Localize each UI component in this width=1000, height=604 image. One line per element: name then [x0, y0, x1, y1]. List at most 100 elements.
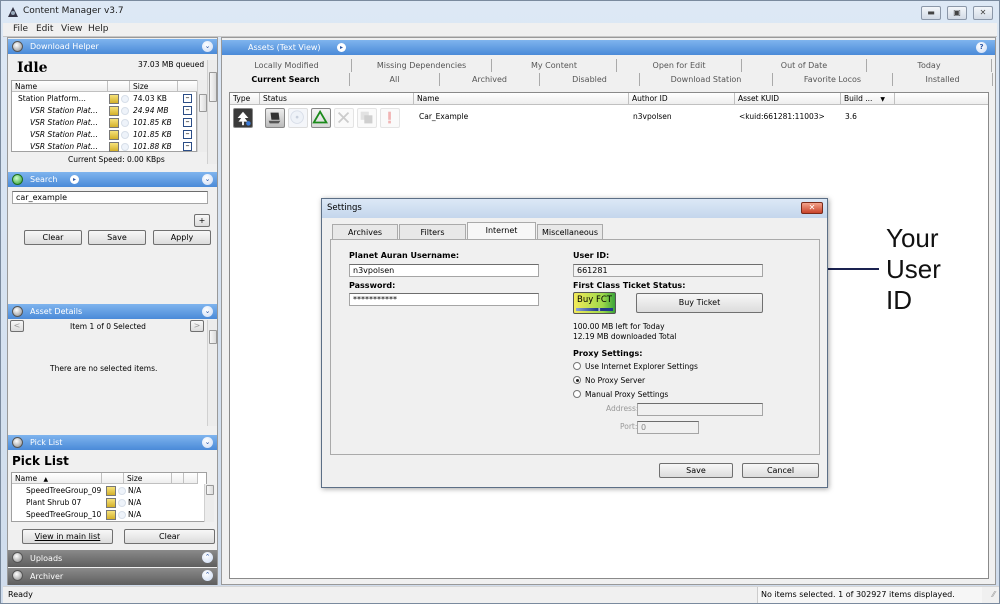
pick-list-header[interactable]: Pick List ⌄: [8, 435, 217, 450]
col-name[interactable]: Name: [414, 93, 629, 105]
collapse-toggle-icon[interactable]: [12, 306, 23, 317]
chevron-down-icon[interactable]: ⌄: [202, 306, 213, 317]
uploads-title: Uploads: [30, 554, 63, 563]
chevron-up-icon[interactable]: ⌃: [202, 570, 213, 581]
menu-edit[interactable]: Edit: [36, 24, 53, 34]
col-name[interactable]: Name ▲: [12, 473, 102, 484]
pick-list-clear-button[interactable]: Clear: [124, 529, 215, 544]
menu-help[interactable]: Help: [88, 24, 109, 34]
col-action[interactable]: [178, 81, 198, 92]
col-icon[interactable]: [102, 473, 124, 484]
menu-file[interactable]: File: [13, 24, 28, 34]
col-status[interactable]: Status: [260, 93, 414, 105]
error-status-icon: [380, 108, 400, 128]
asset-details-header[interactable]: Asset Details ⌄: [8, 304, 217, 319]
remove-icon[interactable]: –: [183, 118, 192, 127]
search-clear-button[interactable]: Clear: [24, 230, 82, 245]
pick-list-title: Pick List: [12, 454, 69, 468]
maximize-button[interactable]: ▣: [947, 6, 967, 20]
search-input[interactable]: car_example: [12, 191, 208, 204]
prev-item-button[interactable]: <: [10, 320, 24, 332]
proxy-port-input[interactable]: 0: [637, 421, 699, 434]
collapse-toggle-icon[interactable]: [12, 570, 23, 581]
tab-miscellaneous[interactable]: Miscellaneous: [537, 224, 603, 239]
tab-open-for-edit[interactable]: Open for Edit: [617, 59, 742, 72]
col-size[interactable]: Size: [124, 473, 172, 484]
next-item-button[interactable]: >: [190, 320, 204, 332]
col-name[interactable]: Name: [12, 81, 108, 92]
radio-ie-settings[interactable]: [573, 362, 581, 370]
collapse-toggle-icon[interactable]: [12, 437, 23, 448]
tab-all[interactable]: All: [350, 73, 440, 86]
col-asset-kuid[interactable]: Asset KUID: [735, 93, 841, 105]
uploads-header[interactable]: Uploads ⌃: [8, 550, 217, 567]
tab-filters[interactable]: Filters: [399, 224, 466, 239]
menu-bar: File Edit View Help: [3, 23, 997, 37]
buy-fct-button[interactable]: Buy FCT: [573, 292, 616, 314]
sort-descending-icon: ▼: [880, 96, 885, 103]
tab-installed[interactable]: Installed: [893, 73, 993, 86]
tab-current-search[interactable]: Current Search: [222, 73, 350, 86]
dialog-close-button[interactable]: ✕: [801, 202, 823, 214]
tab-out-of-date[interactable]: Out of Date: [742, 59, 867, 72]
resize-grip-icon[interactable]: ⁄⁄: [992, 587, 995, 603]
tab-locally-modified[interactable]: Locally Modified: [222, 59, 352, 72]
chevron-down-icon[interactable]: ⌄: [202, 41, 213, 52]
chevron-up-icon[interactable]: ⌃: [202, 552, 213, 563]
tab-favorite-locos[interactable]: Favorite Locos: [773, 73, 893, 86]
add-filter-button[interactable]: +: [194, 214, 210, 227]
dialog-cancel-button[interactable]: Cancel: [742, 463, 819, 478]
tab-download-station[interactable]: Download Station: [640, 73, 773, 86]
download-panel-scrollbar[interactable]: [207, 60, 217, 164]
remove-icon[interactable]: –: [183, 142, 192, 151]
collapse-toggle-icon[interactable]: [12, 41, 23, 52]
tab-archives[interactable]: Archives: [332, 224, 398, 239]
minimize-button[interactable]: ▬: [921, 6, 941, 20]
archiver-header[interactable]: Archiver ⌃: [8, 568, 217, 585]
remove-icon[interactable]: –: [183, 94, 192, 103]
disc-status-icon: [288, 108, 308, 128]
search-save-button[interactable]: Save: [88, 230, 146, 245]
collapse-toggle-icon[interactable]: [12, 552, 23, 563]
col-type[interactable]: Type: [230, 93, 260, 105]
col-icon[interactable]: [108, 81, 130, 92]
search-header[interactable]: Search ▸ ⌄: [8, 172, 217, 187]
radio-manual-proxy[interactable]: [573, 390, 581, 398]
download-helper-title: Download Helper: [30, 42, 99, 51]
dialog-save-button[interactable]: Save: [659, 463, 733, 478]
chevron-down-icon[interactable]: ⌄: [202, 437, 213, 448]
pick-item-name: SpeedTreeGroup_10: [26, 510, 102, 519]
close-button[interactable]: ✕: [973, 6, 993, 20]
col-size[interactable]: Size: [130, 81, 178, 92]
tab-today[interactable]: Today: [867, 59, 992, 72]
play-arrow-icon[interactable]: ▸: [337, 43, 346, 52]
remove-icon[interactable]: –: [183, 106, 192, 115]
help-icon[interactable]: ?: [976, 42, 987, 53]
collapse-toggle-icon[interactable]: [12, 174, 23, 185]
username-input[interactable]: n3vpolsen: [349, 264, 539, 277]
tab-my-content[interactable]: My Content: [492, 59, 617, 72]
pick-list-scrollbar[interactable]: [204, 484, 214, 522]
buy-ticket-button[interactable]: Buy Ticket: [636, 293, 763, 313]
col-extra[interactable]: [172, 473, 184, 484]
download-list-scrollbar[interactable]: [197, 80, 207, 152]
col-author-id[interactable]: Author ID: [629, 93, 735, 105]
remove-icon[interactable]: –: [183, 130, 192, 139]
proxy-address-input[interactable]: [637, 403, 763, 416]
col-extra-2[interactable]: [184, 473, 198, 484]
tab-internet[interactable]: Internet: [467, 222, 536, 240]
asset-details-scrollbar[interactable]: [207, 320, 217, 426]
search-apply-button[interactable]: Apply: [153, 230, 211, 245]
password-input[interactable]: ***********: [349, 293, 539, 306]
tab-disabled[interactable]: Disabled: [540, 73, 640, 86]
play-arrow-icon[interactable]: ▸: [70, 175, 79, 184]
tab-archived[interactable]: Archived: [440, 73, 540, 86]
chevron-down-icon[interactable]: ⌄: [202, 174, 213, 185]
download-helper-header[interactable]: Download Helper ⌄: [8, 39, 217, 54]
radio-no-proxy[interactable]: [573, 376, 581, 384]
user-id-field[interactable]: 661281: [573, 264, 763, 277]
tab-missing-dependencies[interactable]: Missing Dependencies: [352, 59, 492, 72]
view-in-main-list-button[interactable]: View in main list: [22, 529, 113, 544]
col-build[interactable]: Build ... ▼: [841, 93, 895, 105]
menu-view[interactable]: View: [61, 24, 82, 34]
